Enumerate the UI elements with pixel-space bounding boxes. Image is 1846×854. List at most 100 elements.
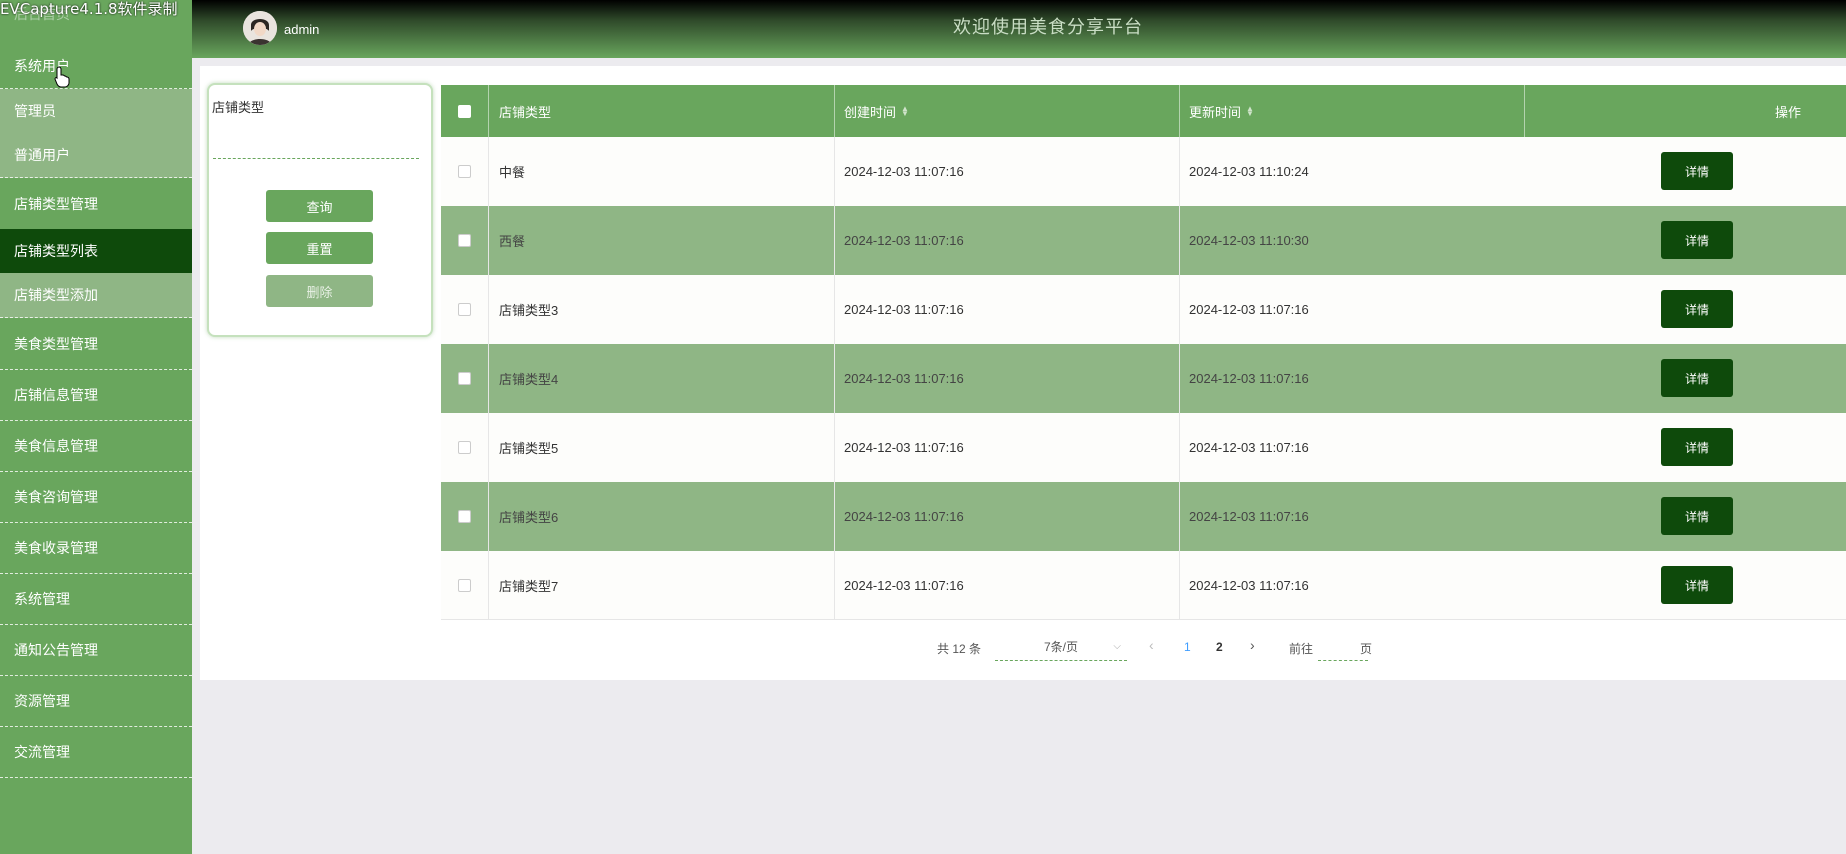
hand-cursor-icon — [54, 66, 70, 88]
detail-button[interactable]: 详情 — [1661, 359, 1733, 397]
delete-button[interactable]: 删除 — [266, 275, 373, 307]
page-unit-label: 页 — [1360, 642, 1373, 656]
cell-updated: 2024-12-03 11:07:16 — [1189, 509, 1309, 524]
row-checkbox[interactable] — [458, 234, 471, 247]
pagination-total: 共 12 条 — [937, 642, 982, 656]
cell-type: 店铺类型7 — [489, 551, 835, 619]
cell-created: 2024-12-03 11:07:16 — [835, 482, 1180, 551]
next-page-icon[interactable]: › — [1250, 637, 1255, 653]
header-created[interactable]: 创建时间 ▲ ▼ — [835, 85, 1180, 137]
cell-type: 中餐 — [489, 137, 835, 206]
recording-watermark: EVCapture4.1.8软件录制 — [0, 0, 178, 18]
sidebar-item-food-collect-mgmt[interactable]: 美食收录管理 — [0, 523, 192, 574]
sidebar-item-label: 系统管理 — [14, 591, 70, 607]
sidebar-item-food-info-mgmt[interactable]: 美食信息管理 — [0, 421, 192, 472]
table-row: 中餐 2024-12-03 11:07:16 2024-12-03 11:10:… — [441, 137, 1846, 206]
table-row: 西餐 2024-12-03 11:07:16 2024-12-03 11:10:… — [441, 206, 1846, 275]
sort-icon[interactable]: ▲ ▼ — [901, 105, 909, 118]
sidebar-item-food-consult-mgmt[interactable]: 美食咨询管理 — [0, 472, 192, 523]
sidebar-subitem-shop-type-add[interactable]: 店铺类型添加 — [0, 273, 192, 318]
sidebar-subitem-shop-type-list[interactable]: 店铺类型列表 — [0, 229, 192, 273]
row-checkbox[interactable] — [458, 578, 471, 592]
cell-created: 2024-12-03 11:07:16 — [835, 137, 1180, 206]
sidebar-item-label: 通知公告管理 — [14, 642, 98, 658]
sort-icon[interactable]: ▲ ▼ — [1246, 105, 1254, 118]
header-type: 店铺类型 — [489, 85, 835, 137]
shop-type-search-input[interactable] — [213, 125, 419, 159]
goto-label: 前往 — [1289, 642, 1314, 656]
row-checkbox[interactable] — [458, 165, 471, 178]
table-row: 店铺类型3 2024-12-03 11:07:16 2024-12-03 11:… — [441, 275, 1846, 344]
detail-button[interactable]: 详情 — [1661, 152, 1733, 190]
sidebar-item-label: 管理员 — [14, 103, 56, 119]
sidebar-item-label: 店铺类型添加 — [14, 287, 98, 303]
sidebar-item-label: 店铺信息管理 — [14, 387, 98, 403]
sidebar-item-label: 交流管理 — [14, 744, 70, 760]
page-number-1[interactable]: 1 — [1184, 640, 1191, 654]
table-row: 店铺类型7 2024-12-03 11:07:16 2024-12-03 11:… — [441, 551, 1846, 620]
sidebar-item-label: 普通用户 — [14, 147, 70, 163]
sidebar-item-notice-mgmt[interactable]: 通知公告管理 — [0, 625, 192, 676]
page-number-2[interactable]: 2 — [1216, 640, 1223, 654]
detail-button[interactable]: 详情 — [1661, 497, 1733, 535]
sidebar-item-food-type-mgmt[interactable]: 美食类型管理 — [0, 318, 192, 370]
cell-updated: 2024-12-03 11:07:16 — [1189, 440, 1309, 455]
detail-button[interactable]: 详情 — [1661, 428, 1733, 466]
column-header-updated: 更新时间 — [1189, 104, 1242, 120]
table-row: 店铺类型6 2024-12-03 11:07:16 2024-12-03 11:… — [441, 482, 1846, 551]
cell-type: 西餐 — [489, 206, 835, 275]
row-checkbox[interactable] — [458, 510, 471, 523]
row-check-cell — [441, 206, 489, 275]
cell-created: 2024-12-03 11:07:16 — [835, 551, 1180, 619]
search-label: 店铺类型 — [212, 100, 265, 115]
sidebar-item-system-users[interactable]: 系统用户 — [0, 44, 192, 89]
select-all-checkbox[interactable] — [458, 104, 471, 118]
cell-created: 2024-12-03 11:07:16 — [835, 206, 1180, 275]
cell-type: 店铺类型6 — [489, 482, 835, 551]
sidebar-subitem-regular-users[interactable]: 普通用户 — [0, 133, 192, 178]
row-check-cell — [441, 482, 489, 551]
sidebar-item-label: 资源管理 — [14, 693, 70, 709]
sidebar-item-label: 店铺类型管理 — [14, 195, 98, 212]
detail-button[interactable]: 详情 — [1661, 221, 1733, 259]
sidebar-item-exchange-mgmt[interactable]: 交流管理 — [0, 727, 192, 778]
row-checkbox[interactable] — [458, 372, 471, 385]
row-check-cell — [441, 137, 489, 206]
query-button[interactable]: 查询 — [266, 190, 373, 222]
chevron-down-icon: ⌵ — [1113, 641, 1121, 652]
sidebar-item-system-mgmt[interactable]: 系统管理 — [0, 574, 192, 625]
cell-created: 2024-12-03 11:07:16 — [835, 413, 1180, 482]
admin-username[interactable]: admin — [284, 22, 319, 37]
sidebar-item-shop-type-mgmt[interactable]: 店铺类型管理 — [0, 178, 192, 229]
reset-button[interactable]: 重置 — [266, 232, 373, 264]
sidebar-subitem-admin[interactable]: 管理员 — [0, 89, 192, 133]
column-header-action: 操作 — [1775, 104, 1802, 120]
row-check-cell — [441, 275, 489, 344]
sidebar-item-shop-info-mgmt[interactable]: 店铺信息管理 — [0, 370, 192, 421]
sidebar-item-label: 美食收录管理 — [14, 540, 98, 556]
row-checkbox[interactable] — [458, 303, 471, 316]
avatar[interactable] — [243, 11, 277, 45]
detail-button[interactable]: 详情 — [1661, 290, 1733, 328]
header-check-cell — [441, 85, 489, 137]
page-size-select[interactable]: 7条/页 ⌵ — [995, 633, 1127, 661]
row-check-cell — [441, 413, 489, 482]
sidebar-item-resource-mgmt[interactable]: 资源管理 — [0, 676, 192, 727]
table-row: 店铺类型4 2024-12-03 11:07:16 2024-12-03 11:… — [441, 344, 1846, 413]
cell-created: 2024-12-03 11:07:16 — [835, 275, 1180, 344]
header-updated[interactable]: 更新时间 ▲ ▼ — [1180, 85, 1525, 137]
user-avatar-icon — [243, 11, 277, 45]
row-checkbox[interactable] — [458, 441, 471, 454]
sidebar: 后台首页 系统用户 管理员 普通用户 店铺类型管理 店铺类型列表 店铺类型添加 … — [0, 0, 192, 854]
cell-type: 店铺类型5 — [489, 413, 835, 482]
column-header-created: 创建时间 — [844, 104, 897, 120]
sidebar-item-label: 店铺类型列表 — [14, 243, 98, 259]
cell-updated: 2024-12-03 11:10:24 — [1189, 164, 1309, 179]
sidebar-item-label: 美食类型管理 — [14, 335, 98, 352]
detail-button[interactable]: 详情 — [1661, 566, 1733, 604]
cell-updated: 2024-12-03 11:07:16 — [1189, 302, 1309, 317]
table-header: 店铺类型 创建时间 ▲ ▼ 更新时间 ▲ ▼ 操作 — [441, 85, 1846, 137]
cell-type: 店铺类型3 — [489, 275, 835, 344]
prev-page-icon[interactable]: ‹ — [1149, 637, 1154, 653]
cell-updated: 2024-12-03 11:10:30 — [1189, 233, 1309, 248]
